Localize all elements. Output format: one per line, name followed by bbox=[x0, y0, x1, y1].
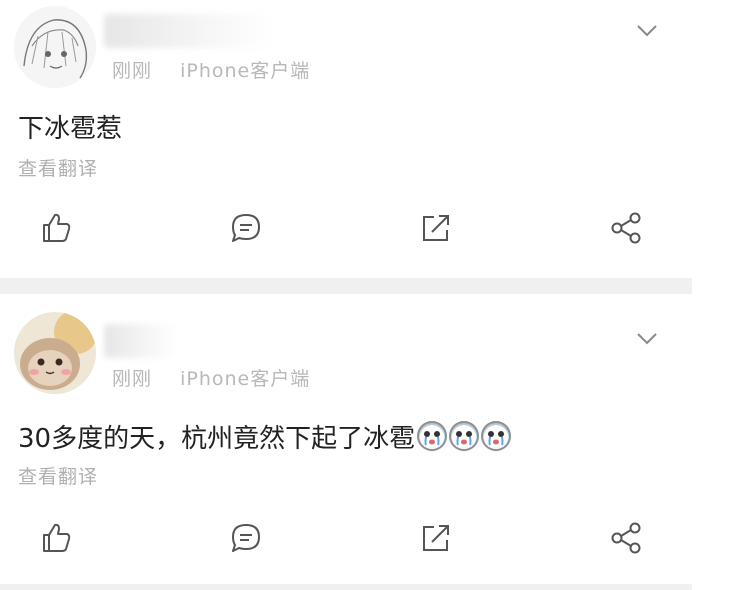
crying-face-emoji bbox=[417, 421, 448, 451]
post-actions bbox=[0, 206, 692, 256]
avatar[interactable] bbox=[14, 312, 96, 394]
post-meta: 刚刚 iPhone客户端 bbox=[112, 56, 310, 83]
repost-icon bbox=[423, 525, 449, 551]
avatar[interactable] bbox=[14, 6, 96, 88]
comment-icon bbox=[232, 524, 260, 552]
post-divider bbox=[0, 584, 692, 590]
share-button[interactable] bbox=[604, 206, 648, 250]
post-source: iPhone客户端 bbox=[180, 60, 311, 82]
username-obscured[interactable] bbox=[104, 14, 274, 48]
comment-button[interactable] bbox=[224, 516, 268, 560]
like-icon bbox=[43, 523, 71, 552]
like-icon bbox=[43, 213, 71, 242]
like-button[interactable] bbox=[34, 206, 78, 250]
crying-face-emoji bbox=[449, 421, 480, 451]
post-time: 刚刚 bbox=[112, 60, 153, 82]
post-divider bbox=[0, 278, 692, 294]
post-actions bbox=[0, 516, 692, 566]
post-card-2: 刚刚 iPhone客户端 30多度的天，杭州竟然下起了冰雹 查看翻译 bbox=[0, 294, 692, 590]
comment-icon bbox=[232, 214, 260, 242]
chevron-down-icon[interactable] bbox=[636, 332, 658, 346]
share-button[interactable] bbox=[604, 516, 648, 560]
post-card-1: 刚刚 iPhone客户端 下冰雹惹 查看翻译 bbox=[0, 0, 692, 278]
repost-button[interactable] bbox=[414, 516, 458, 560]
post-time: 刚刚 bbox=[112, 368, 153, 390]
post-source: iPhone客户端 bbox=[180, 368, 311, 390]
repost-button[interactable] bbox=[414, 206, 458, 250]
view-translation-link[interactable]: 查看翻译 bbox=[18, 154, 98, 181]
share-icon bbox=[611, 522, 641, 554]
post-content-text: 30多度的天，杭州竟然下起了冰雹 bbox=[18, 424, 416, 454]
view-translation-link[interactable]: 查看翻译 bbox=[18, 462, 98, 489]
comment-button[interactable] bbox=[224, 206, 268, 250]
crying-face-emoji bbox=[481, 421, 512, 451]
repost-icon bbox=[423, 215, 449, 241]
post-meta: 刚刚 iPhone客户端 bbox=[112, 364, 310, 391]
username-obscured[interactable] bbox=[104, 324, 178, 358]
like-button[interactable] bbox=[34, 516, 78, 560]
post-content: 30多度的天，杭州竟然下起了冰雹 bbox=[18, 418, 512, 455]
chevron-down-icon[interactable] bbox=[636, 24, 658, 38]
post-content: 下冰雹惹 bbox=[18, 114, 123, 144]
share-icon bbox=[611, 212, 641, 244]
